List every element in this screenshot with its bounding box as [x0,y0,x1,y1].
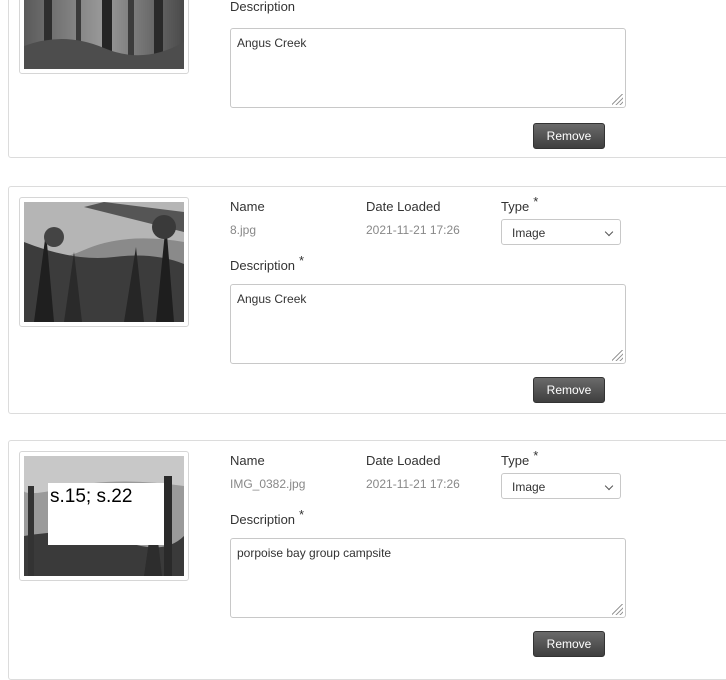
description-textarea[interactable]: Angus Creek [230,28,626,108]
resize-grip-icon[interactable] [612,350,623,361]
type-select[interactable]: Image [501,473,621,499]
name-label: Name [230,199,265,214]
file-name: 8.jpg [230,223,257,237]
description-label: Description * [230,253,305,273]
resize-grip-icon[interactable] [612,604,623,615]
type-select[interactable]: Image [501,219,621,245]
type-label: Type * [501,448,539,468]
thumbnail-frame [19,197,189,327]
date-loaded-label: Date Loaded [366,453,441,468]
required-asterisk: * [533,448,539,463]
type-label: Type * [501,194,539,214]
description-textarea[interactable]: Angus Creek [230,284,626,364]
type-select-value: Image [512,480,546,494]
resize-grip-icon[interactable] [612,94,623,105]
thumbnail-overlay-text: s.15; s.22 [48,483,164,545]
attachment-card: Name 8.jpg Date Loaded 2021-11-21 17:26 … [8,186,726,414]
description-text: Angus Creek [237,292,307,306]
file-name: IMG_0382.jpg [230,477,306,491]
description-label: Description [230,0,296,14]
chevron-down-icon [604,227,614,237]
name-label: Name [230,453,265,468]
description-text: porpoise bay group campsite [237,546,392,560]
thumbnail-image[interactable] [24,0,184,69]
chevron-down-icon [604,481,614,491]
attachment-card: s.15; s.22 Name IMG_0382.jpg Date Loaded… [8,440,726,680]
thumbnail-frame: s.15; s.22 [19,451,189,581]
remove-button[interactable]: Remove [533,377,605,403]
description-text: Angus Creek [237,36,307,50]
description-label: Description * [230,507,305,527]
date-loaded-label: Date Loaded [366,199,441,214]
remove-button[interactable]: Remove [533,631,605,657]
remove-button[interactable]: Remove [533,123,605,149]
attachment-card: Description Angus Creek Remove [8,0,726,158]
description-textarea[interactable]: porpoise bay group campsite [230,538,626,618]
thumbnail-image[interactable]: s.15; s.22 [24,456,184,576]
thumbnail-image[interactable] [24,202,184,322]
required-asterisk: * [299,507,305,522]
date-loaded-value: 2021-11-21 17:26 [366,477,460,491]
thumbnail-frame [19,0,189,74]
type-select-value: Image [512,226,546,240]
date-loaded-value: 2021-11-21 17:26 [366,223,460,237]
required-asterisk: * [299,253,305,268]
required-asterisk: * [533,194,539,209]
